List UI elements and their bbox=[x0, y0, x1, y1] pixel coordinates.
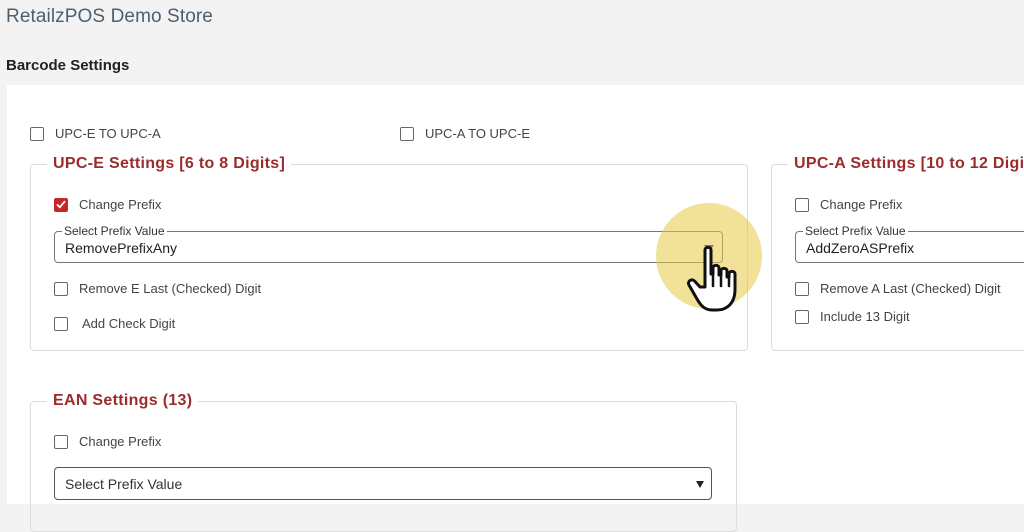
upca-settings-legend: UPC-A Settings [10 to 12 Digits] bbox=[794, 155, 1024, 172]
ean-prefix-select-placeholder: Select Prefix Value bbox=[65, 476, 183, 492]
ean-change-prefix-label: Change Prefix bbox=[79, 434, 162, 449]
hand-pointer-icon bbox=[687, 245, 737, 312]
upce-change-prefix-checkbox[interactable] bbox=[54, 197, 68, 212]
settings-panel: UPC-E TO UPC-A UPC-A TO UPC-E UPC-E Sett… bbox=[7, 85, 1024, 532]
upce-to-upca-option[interactable]: UPC-E TO UPC-A bbox=[30, 126, 161, 141]
upce-to-upca-label: UPC-E TO UPC-A bbox=[55, 126, 161, 141]
upca-change-prefix-checkbox[interactable] bbox=[795, 197, 809, 212]
upce-remove-last-digit-checkbox[interactable] bbox=[54, 281, 68, 296]
upce-add-check-digit-option[interactable]: Add Check Digit bbox=[54, 316, 175, 331]
upca-prefix-select[interactable]: Select Prefix Value AddZeroASPrefix bbox=[795, 224, 1024, 263]
upce-add-check-digit-label: Add Check Digit bbox=[82, 316, 176, 331]
upce-prefix-select-label: Select Prefix Value bbox=[62, 224, 167, 238]
store-title: RetailzPOS Demo Store bbox=[6, 6, 213, 27]
upce-remove-last-digit-label: Remove E Last (Checked) Digit bbox=[79, 281, 262, 296]
upce-settings-legend: UPC-E Settings [6 to 8 Digits] bbox=[53, 155, 286, 172]
upca-remove-last-digit-option[interactable]: Remove A Last (Checked) Digit bbox=[795, 281, 1001, 296]
chevron-down-icon bbox=[696, 481, 704, 488]
page-title: Barcode Settings bbox=[6, 57, 130, 74]
upca-change-prefix-option[interactable]: Change Prefix bbox=[795, 197, 902, 212]
ean-change-prefix-checkbox[interactable] bbox=[54, 434, 68, 449]
upce-change-prefix-option[interactable]: Change Prefix bbox=[54, 197, 161, 212]
upca-change-prefix-label: Change Prefix bbox=[820, 197, 903, 212]
upca-include-13-digit-label: Include 13 Digit bbox=[820, 309, 910, 324]
upce-remove-last-digit-option[interactable]: Remove E Last (Checked) Digit bbox=[54, 281, 261, 296]
upce-prefix-select-value: RemovePrefixAny bbox=[65, 240, 178, 256]
ean-prefix-select[interactable]: Select Prefix Value bbox=[54, 467, 712, 500]
upce-to-upca-checkbox[interactable] bbox=[30, 126, 44, 141]
upca-remove-last-digit-label: Remove A Last (Checked) Digit bbox=[820, 281, 1001, 296]
upce-add-check-digit-checkbox[interactable] bbox=[54, 316, 68, 331]
upca-to-upce-option[interactable]: UPC-A TO UPC-E bbox=[400, 126, 530, 141]
upca-remove-last-digit-checkbox[interactable] bbox=[795, 281, 809, 296]
check-icon bbox=[56, 200, 66, 209]
upce-prefix-select[interactable]: Select Prefix Value RemovePrefixAny bbox=[54, 224, 723, 263]
ean-settings-legend: EAN Settings (13) bbox=[53, 392, 193, 409]
upca-prefix-select-value: AddZeroASPrefix bbox=[806, 240, 915, 256]
upca-include-13-digit-option[interactable]: Include 13 Digit bbox=[795, 309, 910, 324]
upca-to-upce-label: UPC-A TO UPC-E bbox=[425, 126, 530, 141]
ean-settings-group: EAN Settings (13) bbox=[30, 392, 737, 532]
upca-to-upce-checkbox[interactable] bbox=[400, 126, 414, 141]
upca-prefix-select-label: Select Prefix Value bbox=[803, 224, 908, 238]
upce-change-prefix-label: Change Prefix bbox=[79, 197, 162, 212]
upca-include-13-digit-checkbox[interactable] bbox=[795, 309, 809, 324]
ean-change-prefix-option[interactable]: Change Prefix bbox=[54, 434, 161, 449]
